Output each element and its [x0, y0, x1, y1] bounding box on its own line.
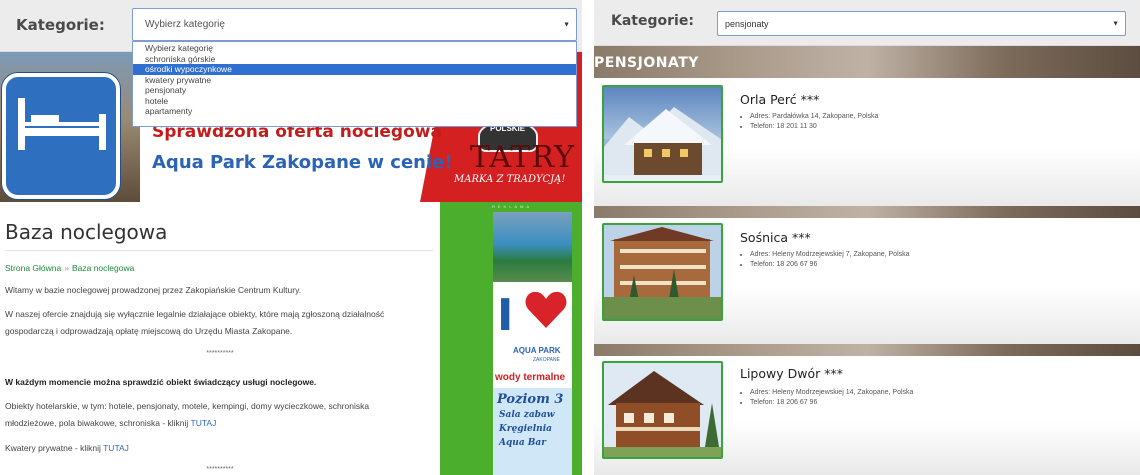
chevron-down-icon[interactable]: ▼: [1112, 20, 1119, 27]
category-label: Kategorie:: [611, 13, 694, 29]
ad-pool-photo: [493, 212, 572, 282]
card-separator-photo: [594, 344, 1140, 356]
private-paragraph: Kwatery prywatne - kliknij TUTAJ: [5, 440, 425, 457]
private-text: Kwatery prywatne - kliknij: [5, 443, 101, 453]
hotels-paragraph: Obiekty hotelarskie, w tym: hotele, pens…: [5, 398, 425, 432]
page-title: Baza noclegowa: [5, 220, 168, 244]
listing-details: Adres: Heleny Modrzejewskiej 14, Zakopan…: [750, 388, 913, 408]
listing-phone: Telefon: 18 201 11 30: [750, 122, 878, 132]
dropdown-option[interactable]: apartamenty: [133, 106, 576, 117]
private-link[interactable]: TUTAJ: [103, 443, 129, 453]
category-bar: Kategorie: pensjonaty ▼: [594, 0, 1140, 46]
dropdown-option[interactable]: pensjonaty: [133, 85, 576, 96]
breadcrumb: Strona Główna» Baza noclegowa: [5, 263, 134, 273]
check-heading: W każdym momencie można sprawdzić obiekt…: [5, 374, 425, 391]
dropdown-option[interactable]: hotele: [133, 96, 576, 107]
offer-line-1: W naszej ofercie znajdują się wyłącznie …: [5, 309, 385, 319]
listing-address: Adres: Pardałówka 14, Zakopane, Polska: [750, 112, 878, 122]
heart-icon: [525, 291, 567, 328]
listing-thumbnail[interactable]: [602, 361, 723, 459]
card-separator-photo: [594, 206, 1140, 218]
listing-card[interactable]: Sośnica *** Adres: Heleny Modrzejewskiej…: [594, 218, 1140, 344]
ad-zakopane: ZAKOPANE: [533, 357, 560, 363]
check-heading-text: W każdym momencie można sprawdzić obiekt…: [5, 377, 317, 387]
ad-label: REKLAMA: [492, 204, 533, 209]
ad-line-2: Kręgielnia: [499, 424, 552, 434]
listing-name[interactable]: Sośnica ***: [740, 230, 811, 245]
hotels-link[interactable]: TUTAJ: [191, 418, 217, 428]
ad-letter-i: I: [497, 290, 514, 341]
bed-icon: [18, 98, 106, 150]
left-panel: Kategorie: Wybierz kategorię ▼ Wybierz k…: [0, 0, 582, 475]
listing-details: Adres: Pardałówka 14, Zakopane, Polska T…: [750, 112, 878, 132]
listing-address: Adres: Heleny Modrzejewskiej 14, Zakopan…: [750, 388, 913, 398]
hotels-line-1: Obiekty hotelarskie, w tym: hotele, pens…: [5, 401, 370, 411]
tatry-logo: TATRY: [470, 140, 575, 175]
category-select-value: Wybierz kategorię: [145, 19, 225, 30]
dropdown-option-highlighted[interactable]: ośrodki wypoczynkowe: [133, 64, 576, 75]
section-title: PENSJONATY: [594, 55, 699, 71]
chalet-image: [604, 107, 721, 181]
offer-paragraph: W naszej ofercie znajdują się wyłącznie …: [5, 306, 425, 340]
breadcrumb-home-link[interactable]: Strona Główna: [5, 263, 61, 273]
banner-subheadline: Aqua Park Zakopane w cenie!: [152, 152, 453, 173]
listing-address: Adres: Heleny Modrzejewskiej 7, Zakopane…: [750, 250, 910, 260]
ad-line-1: Sala zabaw: [499, 410, 555, 420]
ad-aqua-park: AQUA PARK: [513, 346, 561, 355]
category-label: Kategorie:: [16, 16, 105, 34]
listing-phone: Telefon: 18 206 67 96: [750, 398, 913, 408]
listing-card[interactable]: Orla Perć *** Adres: Pardałówka 14, Zako…: [594, 78, 1140, 206]
breadcrumb-separator: »: [64, 263, 69, 273]
building-image: [604, 225, 721, 319]
right-panel: Kategorie: pensjonaty ▼ PENSJONATY Orla …: [594, 0, 1140, 475]
tatry-slogan: MARKA Z TRADYCJĄ!: [454, 174, 566, 185]
manor-image: [604, 363, 721, 457]
ad-line-3: Aqua Bar: [499, 438, 546, 448]
aquapark-ad[interactable]: I AQUA PARK ZAKOPANE wody termalne Pozio…: [493, 212, 572, 475]
separator-stars-2: **********: [206, 466, 234, 473]
listing-name[interactable]: Orla Perć ***: [740, 92, 819, 107]
main-content: Baza noclegowa Strona Główna» Baza nocleg…: [0, 202, 440, 475]
chevron-down-icon[interactable]: ▼: [563, 21, 570, 28]
hotels-line-2-text: młodzieżowe, pola biwakowe, schroniska -…: [5, 418, 189, 428]
listing-thumbnail[interactable]: [602, 223, 723, 321]
category-dropdown-list[interactable]: Wybierz kategorię schroniska górskie ośr…: [132, 41, 577, 127]
listing-thumbnail[interactable]: [602, 85, 723, 183]
dropdown-option[interactable]: kwatery prywatne: [133, 75, 576, 86]
category-select-value: pensjonaty: [725, 18, 769, 29]
dropdown-option[interactable]: schroniska górskie: [133, 54, 576, 65]
listing-card[interactable]: Lipowy Dwór *** Adres: Heleny Modrzejews…: [594, 356, 1140, 475]
intro-paragraph: Witamy w bazie noclegowej prowadzonej pr…: [5, 285, 302, 295]
offer-line-2: gospodarczą i odprowadzają opłatę miejsc…: [5, 326, 293, 336]
category-select[interactable]: pensjonaty ▼: [717, 11, 1126, 36]
listing-phone: Telefon: 18 206 67 96: [750, 260, 910, 270]
ad-level: Poziom 3: [497, 392, 564, 407]
separator-stars: **********: [206, 350, 234, 357]
panel-divider: [582, 0, 594, 475]
dropdown-option[interactable]: Wybierz kategorię: [133, 43, 576, 54]
listing-details: Adres: Heleny Modrzejewskiej 7, Zakopane…: [750, 250, 910, 270]
ad-thermal: wody termalne: [495, 372, 566, 383]
breadcrumb-current[interactable]: Baza noclegowa: [72, 263, 134, 273]
hotels-line-2: młodzieżowe, pola biwakowe, schroniska -…: [5, 415, 425, 432]
title-divider: [5, 250, 433, 251]
listing-name[interactable]: Lipowy Dwór ***: [740, 366, 843, 381]
category-select[interactable]: Wybierz kategorię ▼: [132, 8, 577, 41]
